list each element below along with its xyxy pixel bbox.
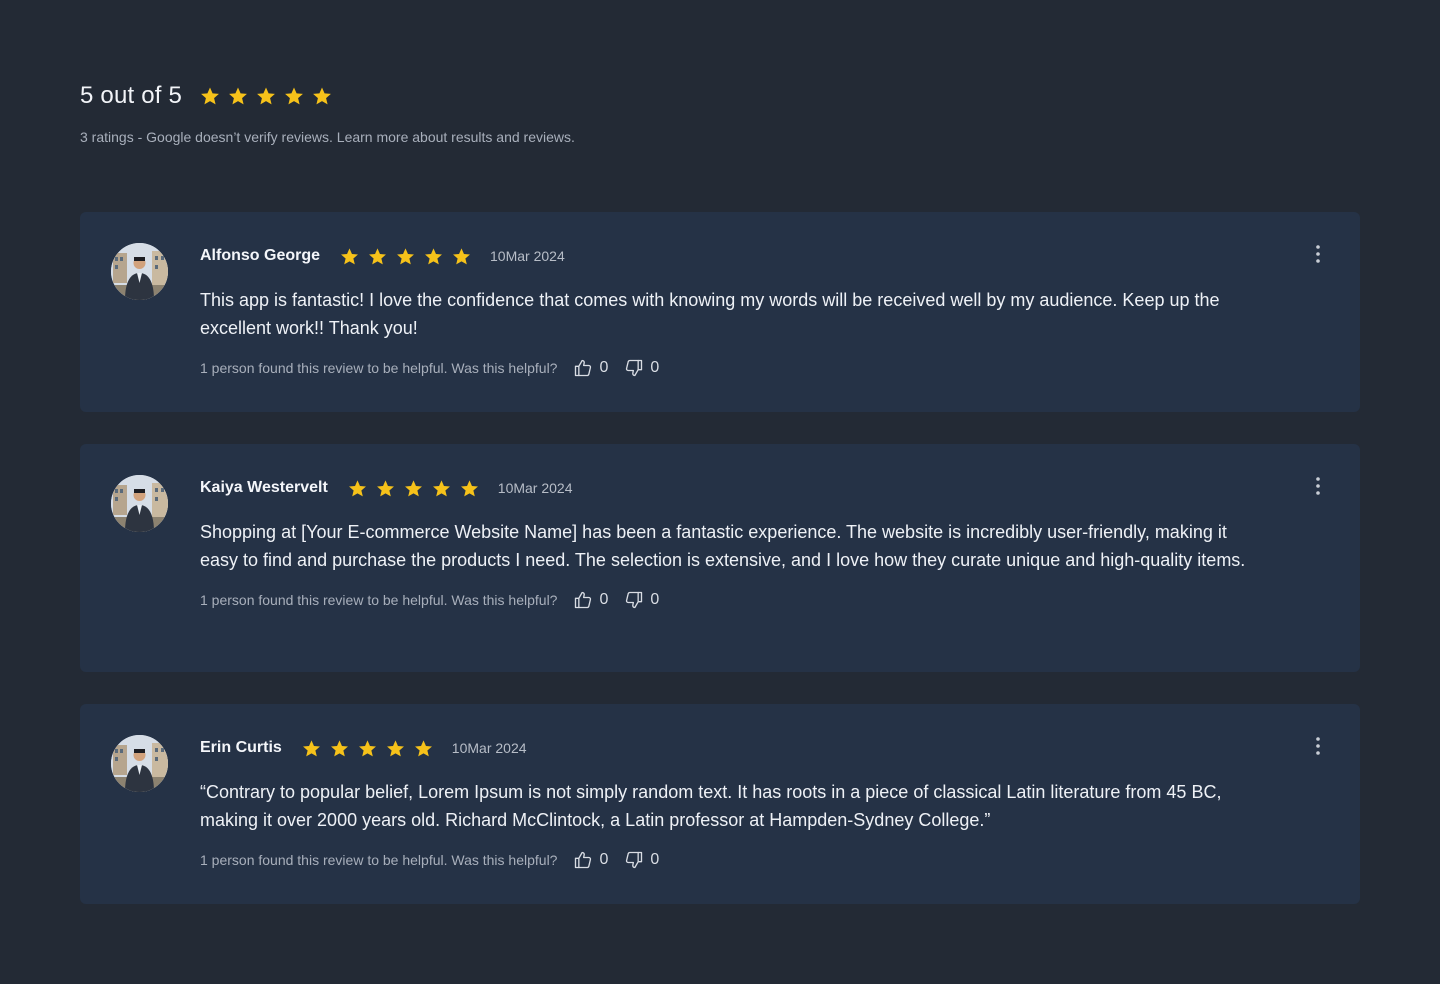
review-text: This app is fantastic! I love the confid…: [200, 290, 1220, 338]
rating-summary: 5 out of 5 3 ratings - Google doesn’t ve…: [80, 78, 575, 145]
helpful-text: 1 person found this review to be helpful…: [200, 360, 558, 376]
thumbs-up-icon: [573, 590, 593, 610]
user-avatar: [111, 475, 168, 532]
review-card: Kaiya Westervelt 10Mar 2024 Shopping at …: [80, 444, 1360, 672]
thumbs-up-icon: [573, 850, 593, 870]
like-count: 0: [599, 359, 609, 376]
star-icon: [348, 479, 367, 498]
thumbs-down-button[interactable]: 0: [624, 850, 659, 870]
review-header: Erin Curtis 10Mar 2024: [200, 736, 1262, 760]
review-header: Alfonso George 10Mar 2024: [200, 244, 1262, 268]
user-avatar: [111, 735, 168, 792]
rating-summary-subtitle: 3 ratings - Google doesn’t verify review…: [80, 129, 575, 145]
thumbs-up-icon: [573, 358, 593, 378]
rating-summary-stars: [200, 86, 340, 106]
star-icon: [200, 86, 220, 106]
review-date: 10Mar 2024: [451, 740, 527, 756]
dislike-count: 0: [650, 591, 660, 608]
review-body: Alfonso George 10Mar 2024 This app is fa…: [200, 244, 1262, 380]
reviewer-name: Erin Curtis: [200, 739, 282, 756]
user-avatar: [111, 243, 168, 300]
more-vertical-icon: [1312, 476, 1324, 496]
review-body: Kaiya Westervelt 10Mar 2024 Shopping at …: [200, 476, 1262, 612]
star-icon: [340, 247, 359, 266]
review-card: Alfonso George 10Mar 2024 This app is fa…: [80, 212, 1360, 412]
review-stars: [340, 247, 480, 266]
rating-summary-title: 5 out of 5: [80, 82, 183, 109]
review-card: Erin Curtis 10Mar 2024 “Contrary to popu…: [80, 704, 1360, 904]
review-body: Erin Curtis 10Mar 2024 “Contrary to popu…: [200, 736, 1262, 872]
review-text: Shopping at [Your E-commerce Website Nam…: [200, 522, 1246, 570]
thumbs-down-button[interactable]: 0: [624, 358, 659, 378]
star-icon: [228, 86, 248, 106]
helpful-text: 1 person found this review to be helpful…: [200, 852, 558, 868]
star-icon: [284, 86, 304, 106]
reviewer-name: Alfonso George: [200, 247, 321, 264]
star-icon: [302, 739, 321, 758]
like-count: 0: [599, 851, 609, 868]
thumbs-down-icon: [624, 590, 644, 610]
more-vertical-icon: [1312, 736, 1324, 756]
reviewer-name: Kaiya Westervelt: [200, 479, 328, 496]
star-icon: [386, 739, 405, 758]
thumbs-down-button[interactable]: 0: [624, 590, 659, 610]
thumbs-up-button[interactable]: 0: [573, 358, 608, 378]
like-count: 0: [599, 591, 609, 608]
star-icon: [376, 479, 395, 498]
helpful-text: 1 person found this review to be helpful…: [200, 592, 558, 608]
star-icon: [424, 247, 443, 266]
review-footer: 1 person found this review to be helpful…: [200, 848, 1262, 872]
more-options-button[interactable]: [1312, 244, 1324, 264]
star-icon: [460, 479, 479, 498]
thumbs-down-icon: [624, 358, 644, 378]
review-header: Kaiya Westervelt 10Mar 2024: [200, 476, 1262, 500]
thumbs-up-button[interactable]: 0: [573, 850, 608, 870]
review-date: 10Mar 2024: [490, 248, 565, 264]
thumbs-down-icon: [624, 850, 644, 870]
star-icon: [330, 739, 349, 758]
star-icon: [358, 739, 377, 758]
star-icon: [312, 86, 332, 106]
dislike-count: 0: [650, 359, 660, 376]
review-date: 10Mar 2024: [497, 480, 573, 496]
more-options-button[interactable]: [1312, 736, 1324, 756]
star-icon: [414, 739, 433, 758]
more-options-button[interactable]: [1312, 476, 1324, 496]
review-footer: 1 person found this review to be helpful…: [200, 588, 1262, 612]
rating-summary-header: 5 out of 5: [80, 78, 575, 114]
star-icon: [396, 247, 415, 266]
review-stars: [348, 479, 488, 498]
review-stars: [302, 739, 442, 758]
dislike-count: 0: [650, 851, 660, 868]
review-text: “Contrary to popular belief, Lorem Ipsum…: [200, 782, 1222, 830]
more-vertical-icon: [1312, 244, 1324, 264]
star-icon: [404, 479, 423, 498]
thumbs-up-button[interactable]: 0: [573, 590, 608, 610]
star-icon: [432, 479, 451, 498]
review-footer: 1 person found this review to be helpful…: [200, 356, 1262, 380]
star-icon: [452, 247, 471, 266]
star-icon: [256, 86, 276, 106]
star-icon: [368, 247, 387, 266]
